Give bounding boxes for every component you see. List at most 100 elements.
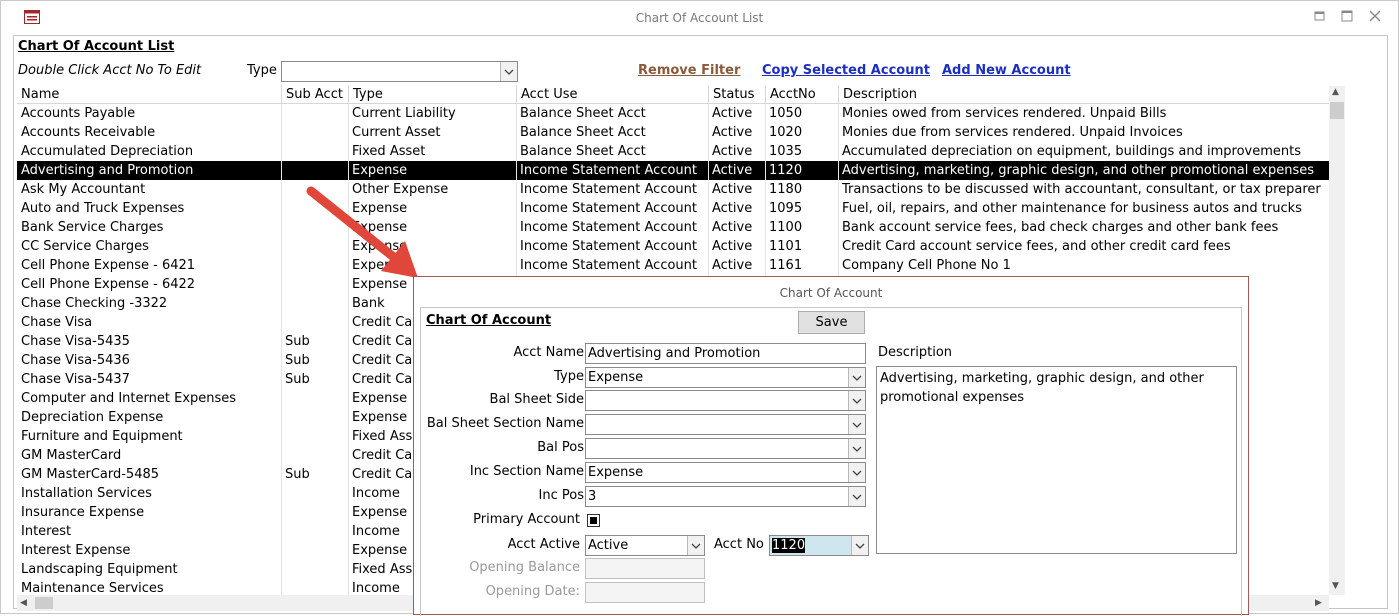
cell-name: Chase Visa-5436 — [21, 353, 130, 368]
cell-sub-acct — [281, 579, 348, 595]
grid-header: Name Sub Acct Type Acct Use Status AcctNo Desc… — [17, 85, 1329, 104]
scroll-up-icon[interactable]: ▲ — [1332, 87, 1339, 97]
bal-pos-label: Bal Pos — [537, 440, 584, 455]
cell-description: Advertising, marketing, graphic design, … — [842, 163, 1314, 178]
inc-pos-combo[interactable]: 3 — [585, 486, 866, 507]
inc-section-dropdown-button[interactable] — [848, 463, 865, 482]
edit-hint: Double Click Acct No To Edit — [18, 63, 202, 78]
cell-sub-acct: Sub — [285, 353, 310, 368]
inc-section-name-combo[interactable]: Expense — [585, 462, 866, 483]
acct-name-field[interactable]: Advertising and Promotion — [585, 343, 866, 364]
table-row[interactable]: Accumulated Depreciation Fixed Asset Balan… — [17, 142, 1329, 161]
type-dropdown-button[interactable] — [848, 368, 865, 387]
cell-status: Active — [712, 125, 753, 140]
chevron-down-icon — [852, 494, 862, 500]
table-row[interactable]: Ask My Accountant Other Expense Income Sta… — [17, 180, 1329, 199]
cell-name: Ask My Accountant — [21, 182, 146, 197]
bal-sheet-side-combo[interactable] — [585, 390, 866, 411]
opening-date-field[interactable] — [585, 582, 705, 603]
column-header-description[interactable]: Description — [838, 85, 1329, 104]
acct-active-dropdown-button[interactable] — [687, 536, 704, 555]
bal-sheet-section-dropdown-button[interactable] — [848, 415, 865, 434]
list-form-title: Chart Of Account List — [18, 39, 175, 54]
close-icon[interactable] — [1366, 7, 1384, 25]
maximize-icon[interactable] — [1338, 7, 1356, 25]
cell-acct-no[interactable]: 1095 — [765, 199, 838, 218]
cell-acct-no[interactable]: 1120 — [765, 161, 838, 180]
acct-no-combo[interactable]: 1120 — [769, 535, 869, 556]
cell-status: Active — [712, 201, 753, 216]
opening-balance-field[interactable] — [585, 558, 705, 579]
cell-acct-no[interactable]: 1035 — [765, 142, 838, 161]
bal-pos-combo[interactable] — [585, 438, 866, 459]
table-row[interactable]: Auto and Truck Expenses Expense Income Sta… — [17, 199, 1329, 218]
bal-sheet-side-label: Bal Sheet Side — [489, 392, 584, 407]
column-header-type[interactable]: Type — [348, 85, 516, 104]
cell-sub-acct — [281, 503, 348, 522]
copy-selected-account-link[interactable]: Copy Selected Account — [762, 63, 930, 78]
cell-sub-acct — [281, 142, 348, 161]
cell-acct-no[interactable]: 1020 — [765, 123, 838, 142]
table-row[interactable]: Bank Service Charges Expense Income Statem… — [17, 218, 1329, 237]
bal-sheet-side-dropdown-button[interactable] — [848, 391, 865, 410]
bal-pos-dropdown-button[interactable] — [848, 439, 865, 458]
vertical-scroll-thumb[interactable] — [1330, 102, 1344, 119]
primary-account-label: Primary Account — [473, 512, 580, 527]
column-header-acct-use[interactable]: Acct Use — [516, 85, 708, 104]
cell-acct-no[interactable]: 1100 — [765, 218, 838, 237]
table-row[interactable]: Cell Phone Expense - 6421 Expense Income S… — [17, 256, 1329, 275]
table-row[interactable]: Accounts Receivable Current Asset Balance … — [17, 123, 1329, 142]
cell-sub-acct — [281, 104, 348, 123]
save-button[interactable]: Save — [798, 311, 865, 334]
cell-acct-no[interactable]: 1180 — [765, 180, 838, 199]
cell-sub-acct: Sub — [285, 372, 310, 387]
restore-icon[interactable] — [1311, 7, 1329, 25]
opening-balance-label: Opening Balance — [469, 560, 580, 575]
cell-sub-acct — [281, 446, 348, 465]
cell-description: Transactions to be discussed with accoun… — [842, 182, 1321, 197]
cell-acct-no[interactable]: 1050 — [765, 104, 838, 123]
type-filter-combo[interactable] — [281, 61, 518, 82]
vertical-scrollbar[interactable] — [1329, 86, 1345, 595]
cell-name: Computer and Internet Expenses — [21, 391, 237, 406]
type-combo[interactable]: Expense — [585, 367, 866, 388]
cell-acct-no[interactable]: 1101 — [765, 237, 838, 256]
cell-name: Accounts Receivable — [21, 125, 156, 140]
table-row[interactable]: Advertising and Promotion Expense Income S… — [17, 161, 1329, 180]
cell-name: Auto and Truck Expenses — [21, 201, 185, 216]
cell-status: Active — [712, 182, 753, 197]
cell-description: Fuel, oil, repairs, and other maintenanc… — [842, 201, 1302, 216]
scroll-right-icon[interactable]: ▶ — [1315, 598, 1322, 608]
column-header-name[interactable]: Name — [17, 85, 281, 104]
column-header-acct-no[interactable]: AcctNo — [765, 85, 838, 104]
acct-no-dropdown-button[interactable] — [851, 536, 868, 555]
inc-pos-dropdown-button[interactable] — [848, 487, 865, 506]
bal-sheet-section-name-label: Bal Sheet Section Name — [426, 416, 584, 431]
table-row[interactable]: Accounts Payable Current Liability Balance… — [17, 104, 1329, 123]
acct-active-combo[interactable]: Active — [585, 535, 705, 556]
bal-sheet-section-name-combo[interactable] — [585, 414, 866, 435]
acct-no-value: 1120 — [772, 538, 806, 553]
horizontal-scroll-thumb[interactable] — [35, 597, 53, 609]
cell-name: Advertising and Promotion — [21, 163, 194, 178]
remove-filter-link[interactable]: Remove Filter — [638, 63, 740, 78]
cell-sub-acct — [281, 313, 348, 332]
column-header-status[interactable]: Status — [708, 85, 765, 104]
inc-section-name-value: Expense — [588, 465, 644, 480]
column-header-sub-acct[interactable]: Sub Acct — [281, 85, 348, 104]
type-label: Type — [554, 369, 584, 384]
description-field[interactable]: Advertising, marketing, graphic design, … — [876, 366, 1237, 554]
table-row[interactable]: CC Service ChargesExpenseIncome Statemen… — [17, 237, 1329, 256]
description-label: Description — [878, 345, 953, 360]
cell-description: Monies owed from services rendered. Unpa… — [842, 106, 1167, 121]
app-window: Chart Of Account List Chart Of Account L… — [0, 0, 1399, 616]
scroll-down-icon[interactable]: ▼ — [1332, 581, 1339, 591]
add-new-account-link[interactable]: Add New Account — [942, 63, 1071, 78]
window-title: Chart Of Account List — [635, 11, 764, 25]
cell-description: Monies due from services rendered. Unpai… — [842, 125, 1183, 140]
scroll-left-icon[interactable]: ◀ — [20, 598, 27, 608]
cell-acct-no[interactable]: 1161 — [765, 256, 838, 275]
cell-acct-use: Income Statement Account — [520, 201, 697, 216]
primary-account-checkbox[interactable] — [587, 514, 600, 527]
type-filter-dropdown-button[interactable] — [500, 62, 517, 81]
